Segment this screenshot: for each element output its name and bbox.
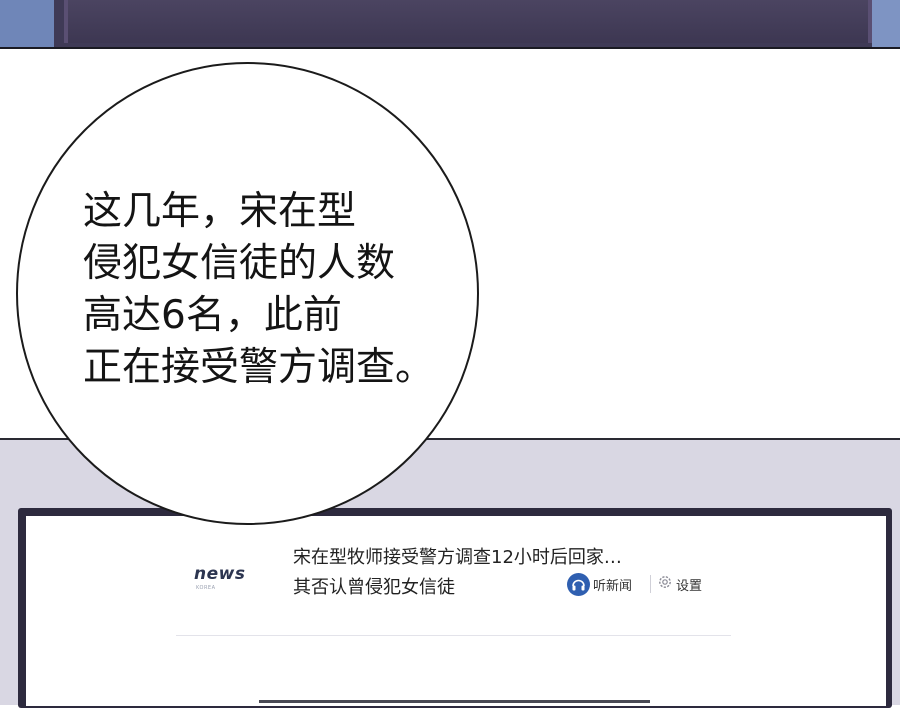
settings-button[interactable]: 设置 bbox=[657, 574, 702, 594]
bubble-line-3: 高达6名，此前 bbox=[83, 293, 342, 338]
top-comic-panel bbox=[0, 0, 900, 49]
news-divider bbox=[176, 635, 731, 636]
top-panel-left-edge bbox=[0, 0, 54, 47]
bubble-line-2: 侵犯女信徒的人数 bbox=[83, 241, 396, 286]
gear-icon bbox=[657, 574, 673, 594]
top-panel-right-edge bbox=[872, 0, 900, 47]
bubble-line-4: 正在接受警方调查。 bbox=[83, 345, 435, 390]
speech-bubble-text: 这几年，宋在型 侵犯女信徒的人数 高达6名，此前 正在接受警方调查。 bbox=[83, 186, 434, 394]
listen-news-button[interactable]: 听新闻 bbox=[567, 573, 632, 596]
toolbar-divider bbox=[650, 575, 651, 593]
top-panel-inner bbox=[64, 0, 872, 43]
news-logo: news bbox=[194, 564, 246, 584]
headline-line-1: 宋在型牧师接受警方调查12小时后回家… bbox=[293, 547, 622, 568]
settings-label: 设置 bbox=[676, 578, 703, 594]
news-logo-sub: KOREA bbox=[196, 585, 216, 591]
listen-news-label: 听新闻 bbox=[593, 579, 633, 594]
headphones-icon bbox=[567, 573, 590, 596]
bubble-line-1: 这几年，宋在型 bbox=[83, 189, 357, 234]
